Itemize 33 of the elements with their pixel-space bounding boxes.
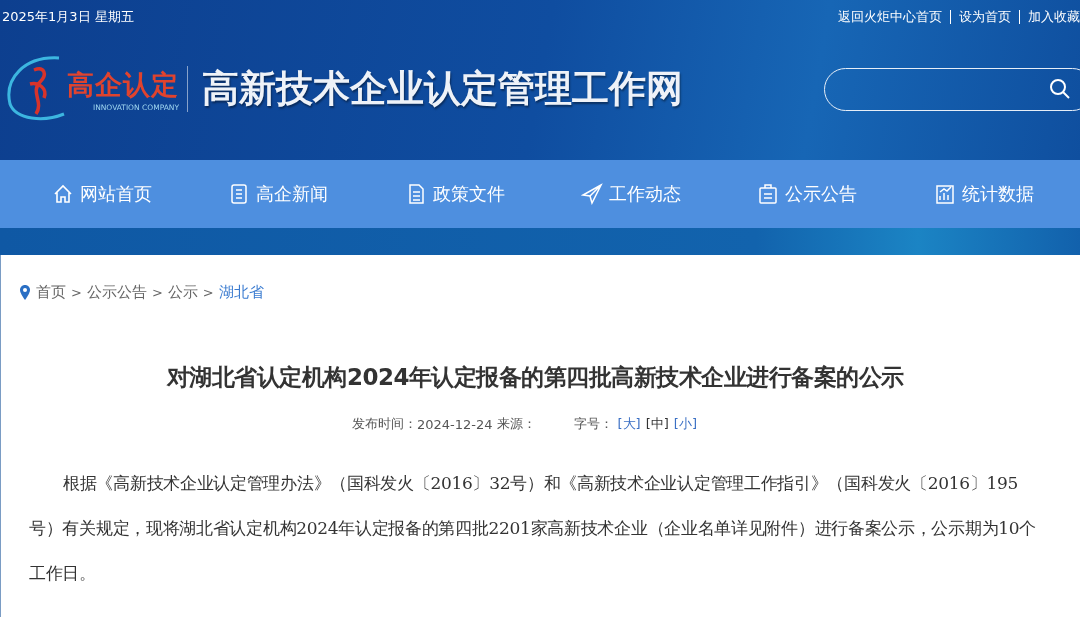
breadcrumb-link[interactable]: 湖北省 [218, 283, 264, 302]
date-text: 2025年1月3日 星期五 [2, 8, 134, 26]
breadcrumb-separator: > [202, 285, 214, 300]
location-pin-icon [19, 283, 31, 302]
article-title: 对湖北省认定机构2024年认定报备的第四批高新技术企业进行备案的公示 [165, 363, 905, 392]
nav-item[interactable]: 高企新闻 [228, 182, 329, 206]
breadcrumb-separator: > [151, 285, 163, 300]
plane-icon [581, 183, 604, 205]
search-icon[interactable] [1049, 78, 1071, 100]
breadcrumb-link[interactable]: 公示 [167, 283, 198, 302]
font-size-link[interactable]: [小] [673, 415, 697, 433]
breadcrumb-link[interactable]: 首页 [36, 283, 66, 302]
source-label: 来源： [496, 415, 536, 433]
breadcrumb-link[interactable]: 公示公告 [86, 283, 147, 302]
breadcrumb-separator: > [71, 285, 82, 300]
logo-text: 高企认定 [67, 67, 179, 102]
font-size-label: 字号： [573, 415, 613, 433]
chart-icon [933, 183, 956, 205]
nav-item[interactable]: 工作动态 [581, 182, 682, 206]
font-size-link[interactable]: [中] [645, 415, 669, 433]
board-icon [757, 183, 780, 205]
header-link[interactable]: 设为首页 [959, 8, 1011, 26]
nav-item[interactable]: 政策文件 [404, 182, 505, 206]
nav-item[interactable]: 统计数据 [933, 182, 1034, 206]
font-size-link[interactable]: [大] [617, 415, 641, 433]
publish-date: 2024-12-24 [417, 416, 493, 432]
header-link[interactable]: 加入收藏 [1028, 8, 1080, 26]
nav-item[interactable]: 网站首页 [52, 182, 153, 206]
site-title: 高新技术企业认定管理工作网 [202, 65, 683, 112]
nav-item[interactable]: 公示公告 [757, 182, 858, 206]
article-paragraph: 根据《高新技术企业认定管理办法》（国科发火〔2016〕32号）和《高新技术企业认定管理工作指引》（国科发火〔2016〕195号）有关规定，现将湖北省认定机构2024年认定报备的第四批2201家高新技术企业（企业名单详见附件）进行备案公示，公示期为10个工作日。 [29, 472, 1037, 585]
header-link[interactable]: 返回火炬中心首页 [838, 8, 942, 26]
publish-date-label: 发布时间： [352, 415, 417, 433]
